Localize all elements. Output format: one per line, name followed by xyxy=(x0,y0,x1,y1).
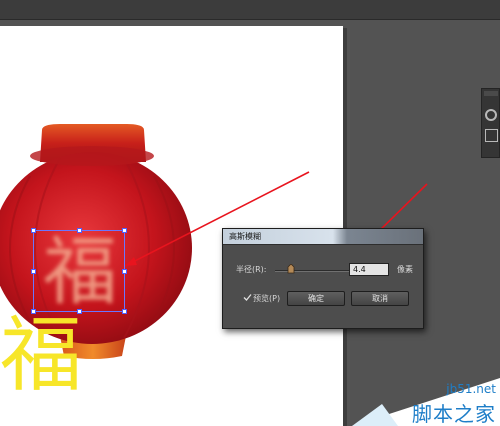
preview-checkbox[interactable] xyxy=(243,293,252,302)
cancel-button[interactable]: 取消 xyxy=(351,291,409,306)
document-canvas[interactable]: 福 福 xyxy=(0,26,343,426)
panel-tool-circle-icon[interactable] xyxy=(485,109,497,121)
radius-value-input[interactable]: 4.4 xyxy=(349,263,389,276)
selection-handle[interactable] xyxy=(31,269,36,274)
panel-grip[interactable] xyxy=(484,91,498,96)
dialog-title: 高斯模糊 xyxy=(229,232,261,241)
selection-bounding-box[interactable] xyxy=(31,228,127,314)
dialog-titlebar[interactable]: 高斯模糊 xyxy=(223,229,423,245)
radius-label: 半径(R): xyxy=(236,265,267,274)
selection-handle[interactable] xyxy=(122,228,127,233)
collapsed-panel-strip[interactable] xyxy=(481,88,500,158)
selection-handle[interactable] xyxy=(31,309,36,314)
radius-unit-label: 像素 xyxy=(397,265,413,274)
selection-handle[interactable] xyxy=(77,228,82,233)
application-top-bar xyxy=(0,0,500,20)
radius-slider-thumb[interactable] xyxy=(287,264,295,274)
selection-handle[interactable] xyxy=(122,269,127,274)
gaussian-blur-dialog: 高斯模糊 半径(R): 4.4 像素 预览(P) 确定 取消 xyxy=(222,228,424,329)
selection-handle[interactable] xyxy=(77,309,82,314)
yellow-fu-character: 福 xyxy=(0,308,83,403)
ok-button[interactable]: 确定 xyxy=(287,291,345,306)
selection-handle[interactable] xyxy=(31,228,36,233)
watermark-text: 脚本之家 xyxy=(412,402,496,426)
preview-label[interactable]: 预览(P) xyxy=(253,294,280,304)
canvas-edge-shadow xyxy=(343,28,347,426)
site-watermark: jb51.net 脚本之家 xyxy=(352,378,500,426)
selection-handle[interactable] xyxy=(122,309,127,314)
watermark-site: jb51.net xyxy=(446,382,496,396)
panel-tool-square-icon[interactable] xyxy=(485,129,498,142)
